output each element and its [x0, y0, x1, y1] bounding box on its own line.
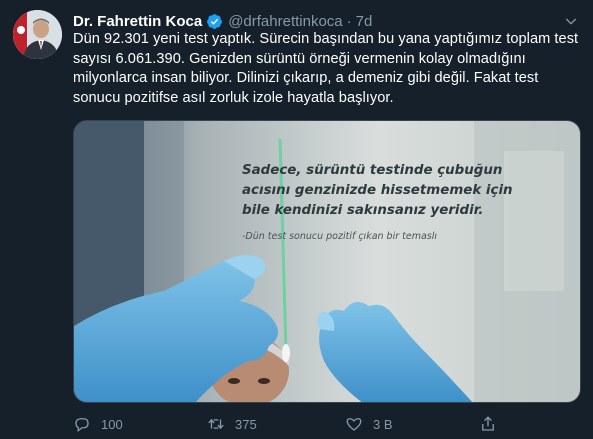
author-avatar[interactable]: [13, 10, 62, 59]
tweet-text: Dün 92.301 yeni test yaptık. Sürecin baş…: [73, 31, 579, 106]
verified-badge-icon: [207, 13, 223, 29]
like-count: 3 B: [373, 416, 393, 432]
reply-icon: [75, 418, 89, 433]
tweet-header: Dr. Fahrettin Koca @drfahrettinkoca · 7d: [73, 11, 579, 31]
author-name[interactable]: Dr. Fahrettin Koca: [73, 13, 202, 30]
media-quote-attribution: -Dün test sonucu pozitif çıkan bir temas…: [242, 231, 438, 242]
reply-button[interactable]: 100: [73, 415, 123, 433]
retweet-button[interactable]: 375: [207, 415, 257, 433]
avatar-image: [13, 10, 62, 59]
share-button[interactable]: [479, 415, 497, 433]
tweet-actions: 100 375 3 B: [73, 413, 583, 435]
like-icon: [346, 418, 362, 431]
header-separator: ·: [346, 12, 352, 30]
retweet-icon: [208, 418, 224, 430]
tweet-timestamp[interactable]: 7d: [356, 13, 373, 30]
chevron-down-icon[interactable]: [563, 13, 579, 29]
tweet-media[interactable]: Sadece, sürüntü testinde çubuğun acısını…: [73, 120, 581, 403]
reply-count: 100: [101, 416, 123, 432]
author-handle[interactable]: @drfahrettinkoca: [228, 13, 342, 30]
media-quote-text: Sadece, sürüntü testinde çubuğun acısını…: [242, 163, 513, 218]
like-button[interactable]: 3 B: [345, 415, 393, 433]
share-icon: [482, 416, 494, 431]
retweet-count: 375: [235, 416, 257, 432]
